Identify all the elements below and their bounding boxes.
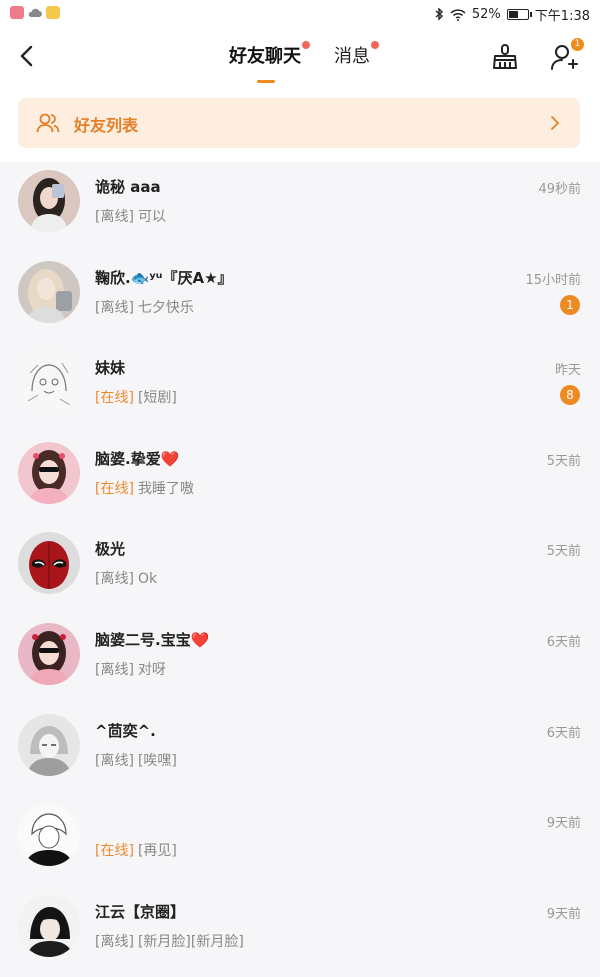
contact-name: 极光 bbox=[95, 540, 126, 559]
chat-row[interactable]: ^茴奕^. [离线] [唉嘿] 6天前 bbox=[0, 706, 600, 797]
presence-status: [在线] bbox=[95, 843, 134, 860]
clock: 下午1:38 bbox=[534, 9, 590, 24]
message-text: Ok bbox=[137, 571, 158, 588]
top-nav: 好友聊天 消息 1 bbox=[0, 30, 600, 90]
chat-row[interactable]: 诡秘 aaa [离线] 可以 49秒前 bbox=[0, 162, 600, 253]
unread-badge: 8 bbox=[560, 385, 580, 406]
chat-row[interactable]: [在线] [再见] 9天前 bbox=[0, 796, 600, 887]
friends-banner-area: 好友列表 bbox=[0, 90, 600, 162]
message-time: 49秒前 bbox=[538, 182, 581, 197]
message-time: 5天前 bbox=[546, 544, 581, 560]
last-message: [在线] [短剧] bbox=[95, 387, 177, 407]
message-time: 5天前 bbox=[546, 453, 581, 469]
last-message: [在线] [再见] bbox=[95, 840, 177, 860]
avatar[interactable] bbox=[18, 713, 80, 776]
message-time: 9天前 bbox=[546, 816, 581, 832]
contact-name: 江云【京圈】 bbox=[95, 902, 186, 921]
contact-name: 脑婆二号.宝宝❤️ bbox=[95, 630, 210, 649]
tab-friend-chat[interactable]: 好友聊天 bbox=[229, 41, 310, 68]
avatar[interactable] bbox=[18, 804, 80, 867]
presence-status: [在线] bbox=[95, 480, 134, 497]
avatar[interactable] bbox=[18, 351, 80, 414]
chat-row[interactable]: 脑婆二号.宝宝❤️ [离线] 对呀 6天前 bbox=[0, 615, 600, 706]
message-text: 对呀 bbox=[137, 661, 166, 678]
avatar[interactable] bbox=[18, 441, 80, 504]
contact-name: 诡秘 aaa bbox=[95, 178, 161, 196]
message-time: 6天前 bbox=[546, 634, 581, 650]
chat-row[interactable]: 脑婆.挚爱❤️ [在线] 我睡了嗷 5天前 bbox=[0, 434, 600, 525]
presence-status: [在线] bbox=[95, 390, 134, 407]
avatar[interactable] bbox=[18, 260, 80, 323]
presence-status: [离线] bbox=[95, 209, 134, 225]
app-notification-icon bbox=[46, 6, 60, 19]
friend-list-button[interactable]: 好友列表 bbox=[18, 98, 580, 148]
wifi-icon bbox=[450, 8, 466, 21]
chevron-right-icon bbox=[551, 116, 560, 130]
contact-name: 鞠欣.🐟ʸᵘ『厌A★』 bbox=[95, 268, 233, 287]
avatar[interactable] bbox=[18, 532, 80, 595]
avatar[interactable] bbox=[18, 894, 80, 957]
friend-list-label: 好友列表 bbox=[74, 116, 139, 135]
contact-name: ^茴奕^. bbox=[95, 721, 156, 740]
message-time: 9天前 bbox=[546, 906, 581, 922]
last-message: [离线] [唉嘿] bbox=[95, 750, 177, 770]
contact-name: 妹妹 bbox=[95, 359, 126, 378]
presence-status: [离线] bbox=[95, 571, 134, 588]
bluetooth-icon bbox=[435, 7, 443, 21]
unread-dot bbox=[371, 41, 379, 49]
status-bar: 52% 下午1:38 bbox=[0, 0, 600, 30]
last-message: [离线] Ok bbox=[95, 568, 157, 588]
presence-status: [离线] bbox=[95, 661, 134, 678]
tab-label: 消息 bbox=[334, 46, 370, 67]
chat-list: 诡秘 aaa [离线] 可以 49秒前 鞠欣.🐟ʸᵘ『厌A★』 [离线] 七夕快乐 … bbox=[0, 162, 600, 977]
last-message: [离线] 七夕快乐 bbox=[95, 297, 194, 317]
friends-icon bbox=[36, 113, 60, 133]
last-message: [离线] 可以 bbox=[95, 206, 166, 226]
last-message: [离线] [新月脸][新月脸] bbox=[95, 931, 244, 951]
back-arrow-icon[interactable] bbox=[14, 42, 42, 70]
presence-status: [离线] bbox=[95, 752, 134, 769]
tab-label: 好友聊天 bbox=[229, 46, 301, 67]
add-friend-badge: 1 bbox=[571, 38, 584, 51]
battery-icon bbox=[506, 9, 532, 20]
message-text: [短剧] bbox=[137, 390, 177, 407]
presence-status: [离线] bbox=[95, 933, 134, 950]
contact-name: 脑婆.挚爱❤️ bbox=[95, 449, 180, 468]
last-message: [离线] 对呀 bbox=[95, 659, 166, 679]
message-text: [唉嘿] bbox=[137, 752, 177, 769]
last-message: [在线] 我睡了嗷 bbox=[95, 478, 194, 498]
broom-clean-icon[interactable] bbox=[490, 42, 520, 72]
message-time: 15小时前 bbox=[525, 272, 581, 288]
unread-dot bbox=[302, 41, 310, 49]
app-notification-icon bbox=[10, 6, 24, 19]
chat-row[interactable]: 极光 [离线] Ok 5天前 bbox=[0, 524, 600, 615]
message-text: [再见] bbox=[137, 843, 177, 860]
avatar[interactable] bbox=[18, 622, 80, 685]
chat-row[interactable]: 鞠欣.🐟ʸᵘ『厌A★』 [离线] 七夕快乐 15小时前 1 bbox=[0, 253, 600, 344]
avatar[interactable] bbox=[18, 170, 80, 232]
message-text: [新月脸][新月脸] bbox=[137, 933, 244, 950]
message-text: 七夕快乐 bbox=[137, 299, 194, 316]
unread-badge: 1 bbox=[560, 294, 580, 315]
message-text: 可以 bbox=[137, 209, 166, 225]
presence-status: [离线] bbox=[95, 299, 134, 316]
status-notification-icons bbox=[10, 6, 60, 19]
cloud-icon bbox=[28, 8, 42, 17]
active-tab-indicator bbox=[257, 80, 275, 83]
message-text: 我睡了嗷 bbox=[137, 480, 194, 497]
tab-messages[interactable]: 消息 bbox=[334, 41, 379, 68]
message-time: 6天前 bbox=[546, 725, 581, 741]
message-time: 昨天 bbox=[554, 363, 581, 379]
battery-percent: 52% bbox=[471, 7, 501, 22]
chat-row[interactable]: 妹妹 [在线] [短剧] 昨天 8 bbox=[0, 343, 600, 434]
chat-row[interactable]: 江云【京圈】 [离线] [新月脸][新月脸] 9天前 bbox=[0, 887, 600, 977]
